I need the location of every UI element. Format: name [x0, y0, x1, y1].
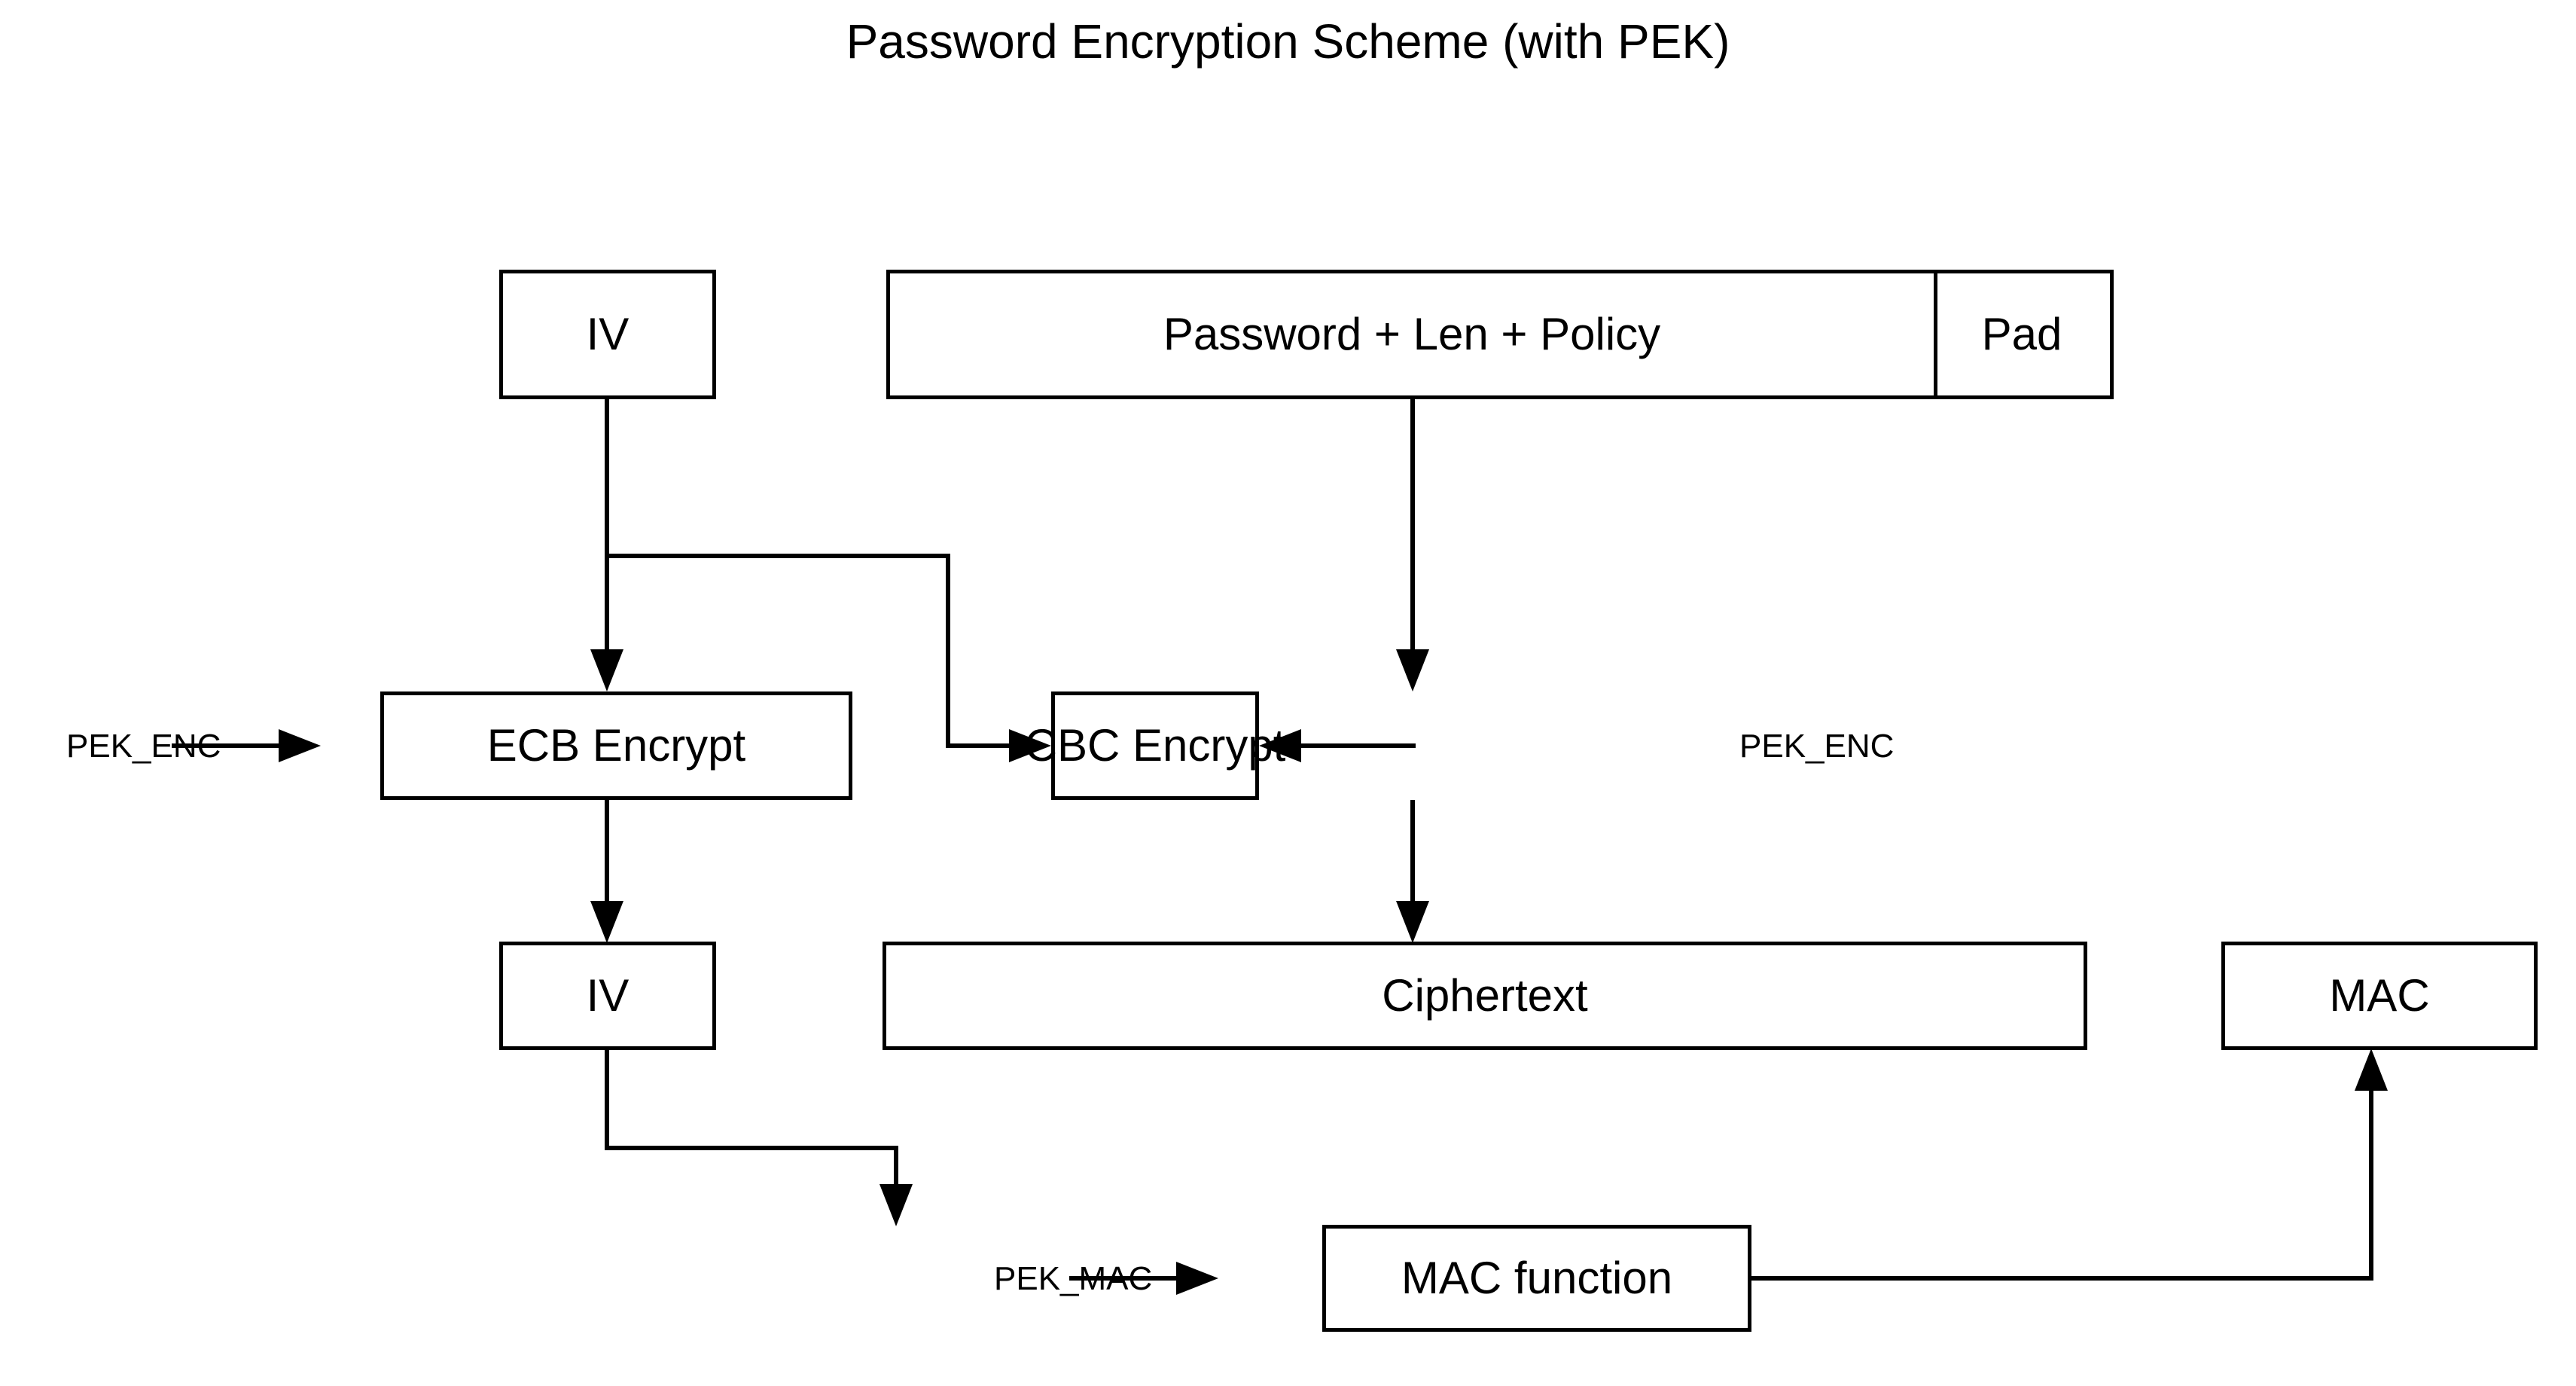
page-title: Password Encryption Scheme (with PEK) [846, 14, 1730, 69]
divider-password-pad [1934, 270, 1937, 399]
box-ecb-encrypt: ECB Encrypt [380, 691, 852, 800]
box-pad-label: Pad [1981, 309, 2062, 359]
box-iv-bottom-label: IV [586, 970, 630, 1021]
label-pek-mac: PEK_MAC [994, 1260, 1152, 1298]
box-ecb-encrypt-label: ECB Encrypt [486, 720, 746, 771]
box-ciphertext-label: Ciphertext [1382, 970, 1588, 1021]
arrowhead-pekenc-left [279, 729, 321, 762]
label-pek-mac-text: PEK_MAC [994, 1260, 1153, 1297]
box-iv-top: IV [499, 270, 716, 399]
label-pek-enc-left: PEK_ENC [66, 728, 221, 765]
box-iv-bottom: IV [499, 942, 716, 1050]
box-iv-top-label: IV [586, 309, 630, 359]
arrowhead-macfunction-to-mac [2355, 1049, 2388, 1091]
box-cbc-encrypt: CBC Encrypt [1025, 691, 1285, 800]
box-mac-function: MAC function [1322, 1225, 1751, 1332]
diagram-canvas: Password Encryption Scheme (with PEK) IV… [0, 0, 2576, 1386]
box-mac-output: MAC [2221, 942, 2538, 1050]
box-password-plaintext: Password + Len + Policy Pad [886, 270, 2114, 399]
arrowhead-iv-to-ecb [590, 649, 623, 691]
arrowhead-password-to-cbc [1396, 649, 1429, 691]
label-pek-enc-right: PEK_ENC [1739, 728, 1894, 765]
label-pek-enc-left-text: PEK_ENC [66, 728, 221, 765]
arrowhead-pekmac [1176, 1262, 1218, 1295]
box-ciphertext: Ciphertext [883, 942, 2087, 1050]
box-mac-output-label: MAC [2329, 970, 2430, 1021]
arrowhead-cbc-to-ciphertext [1396, 901, 1429, 943]
box-password-label: Password + Len + Policy [1163, 309, 1661, 359]
wire-iv-to-macfunction [605, 1049, 898, 1205]
box-mac-function-label: MAC function [1401, 1253, 1673, 1303]
box-cbc-encrypt-label: CBC Encrypt [1024, 720, 1286, 771]
label-pek-enc-right-text: PEK_ENC [1739, 728, 1895, 765]
arrowhead-iv-to-macfunction [879, 1184, 913, 1226]
arrowhead-ecb-to-iv [590, 901, 623, 943]
